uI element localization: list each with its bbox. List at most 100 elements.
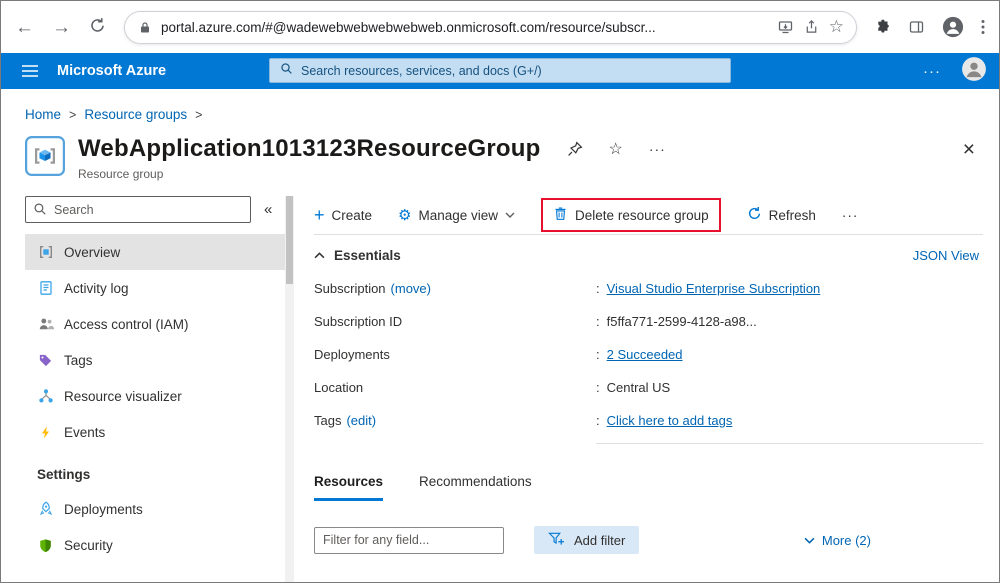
hamburger-menu-icon[interactable]	[13, 64, 47, 78]
create-label: Create	[332, 208, 373, 223]
sidebar-scrollbar[interactable]	[285, 196, 294, 582]
colon: :	[596, 347, 600, 362]
side-panel-icon[interactable]	[908, 19, 925, 35]
json-view-link[interactable]: JSON View	[913, 248, 979, 263]
sidebar: « Overview Activity log Access control (…	[1, 196, 285, 582]
sidebar-section-settings: Settings	[25, 450, 285, 491]
browser-menu-icon[interactable]	[981, 19, 985, 35]
sidebar-item-overview[interactable]: Overview	[25, 234, 285, 270]
browser-forward-icon[interactable]: →	[52, 18, 71, 37]
azure-portal-window: ← → portal.azure.com/#@wadewebwebwebwebw…	[0, 0, 1000, 583]
breadcrumb-home[interactable]: Home	[25, 107, 61, 122]
browser-profile-avatar[interactable]	[942, 16, 964, 38]
subscription-value-link[interactable]: Visual Studio Enterprise Subscription	[607, 281, 821, 296]
sidebar-item-tags[interactable]: Tags	[25, 342, 285, 378]
location-value: Central US	[607, 380, 671, 395]
sidebar-item-resource-visualizer[interactable]: Resource visualizer	[25, 378, 285, 414]
tab-resources[interactable]: Resources	[314, 474, 383, 501]
more-filters-link[interactable]: More (2)	[804, 533, 871, 548]
colon: :	[596, 281, 600, 296]
essentials-row-tags: Tags (edit) : Click here to add tags	[314, 404, 983, 437]
breadcrumb: Home > Resource groups >	[1, 89, 999, 122]
save-page-icon[interactable]	[777, 19, 794, 35]
essentials-divider	[596, 443, 983, 444]
breadcrumb-separator: >	[69, 108, 76, 122]
sidebar-item-label: Events	[64, 425, 105, 440]
chevron-up-icon[interactable]	[314, 252, 325, 259]
page-title: WebApplication1013123ResourceGroup	[78, 135, 541, 163]
command-bar-more-icon[interactable]: ···	[842, 208, 859, 223]
page-subtitle: Resource group	[78, 167, 963, 181]
sidebar-item-label: Activity log	[64, 281, 129, 296]
sidebar-item-access-control[interactable]: Access control (IAM)	[25, 306, 285, 342]
blade-body: « Overview Activity log Access control (…	[1, 196, 999, 582]
sidebar-item-label: Resource visualizer	[64, 389, 182, 404]
address-bar[interactable]: portal.azure.com/#@wadewebwebwebwebweb.o…	[124, 11, 857, 44]
favorite-star-icon[interactable]: ☆	[609, 139, 623, 159]
essentials-grid: Subscription (move) : Visual Studio Ente…	[314, 272, 983, 437]
essentials-title[interactable]: Essentials	[334, 248, 401, 263]
add-tags-link[interactable]: Click here to add tags	[607, 413, 733, 428]
sidebar-item-deployments[interactable]: Deployments	[25, 491, 285, 527]
azure-account-avatar[interactable]	[961, 56, 987, 87]
close-blade-icon[interactable]: ×	[963, 139, 975, 160]
azure-search-bar[interactable]	[269, 58, 731, 83]
location-label: Location	[314, 380, 363, 395]
browser-back-icon[interactable]: ←	[15, 18, 34, 37]
edit-tags-link[interactable]: (edit)	[346, 413, 376, 428]
sidebar-item-label: Access control (IAM)	[64, 317, 189, 332]
lock-icon[interactable]	[139, 21, 151, 34]
sidebar-item-label: Deployments	[64, 502, 143, 517]
breadcrumb-separator: >	[195, 108, 202, 122]
activity-log-icon	[37, 280, 54, 296]
tab-recommendations[interactable]: Recommendations	[419, 474, 532, 501]
share-icon[interactable]	[804, 19, 819, 35]
browser-chrome: ← → portal.azure.com/#@wadewebwebwebwebw…	[1, 1, 999, 53]
shield-icon	[37, 538, 54, 553]
colon: :	[596, 413, 600, 428]
essentials-row-deployments: Deployments : 2 Succeeded	[314, 338, 983, 371]
page-more-icon[interactable]: ···	[649, 141, 666, 157]
azure-search-input[interactable]	[301, 64, 720, 78]
url-text[interactable]: portal.azure.com/#@wadewebwebwebwebweb.o…	[161, 20, 767, 35]
essentials-row-location: Location : Central US	[314, 371, 983, 404]
manage-view-button[interactable]: ⚙ Manage view	[398, 208, 515, 223]
rocket-icon	[37, 501, 54, 517]
bookmark-star-icon[interactable]: ☆	[829, 17, 844, 37]
subscription-id-value: f5ffa771-2599-4128-a98...	[607, 314, 757, 329]
extensions-icon[interactable]	[875, 19, 891, 35]
sidebar-item-label: Tags	[64, 353, 93, 368]
more-filters-label: More (2)	[822, 533, 871, 548]
sidebar-search-icon	[33, 202, 47, 221]
sidebar-item-security[interactable]: Security	[25, 527, 285, 563]
delete-label: Delete resource group	[575, 208, 709, 223]
deployments-value-link[interactable]: 2 Succeeded	[607, 347, 683, 362]
breadcrumb-resource-groups[interactable]: Resource groups	[84, 107, 187, 122]
sidebar-item-events[interactable]: Events	[25, 414, 285, 450]
trash-icon	[553, 206, 568, 224]
delete-resource-group-button[interactable]: Delete resource group	[541, 198, 721, 232]
pin-icon[interactable]	[567, 141, 583, 157]
subscription-label: Subscription	[314, 281, 386, 296]
filter-input[interactable]	[314, 527, 504, 554]
tags-label: Tags	[314, 413, 341, 428]
refresh-button[interactable]: Refresh	[747, 206, 816, 224]
sidebar-item-activity-log[interactable]: Activity log	[25, 270, 285, 306]
sidebar-item-label: Overview	[64, 245, 120, 260]
sidebar-search-input[interactable]	[25, 196, 251, 223]
sidebar-collapse-button[interactable]: «	[264, 201, 272, 218]
scrollbar-thumb[interactable]	[286, 196, 293, 284]
refresh-label: Refresh	[769, 208, 816, 223]
browser-actions	[875, 16, 985, 38]
move-link[interactable]: (move)	[391, 281, 431, 296]
people-icon	[37, 316, 54, 332]
azure-more-icon[interactable]: ···	[923, 63, 941, 80]
azure-brand[interactable]: Microsoft Azure	[57, 63, 166, 79]
colon: :	[596, 314, 600, 329]
page-header: WebApplication1013123ResourceGroup ☆ ···…	[1, 122, 999, 181]
filter-bar: Add filter More (2)	[314, 526, 983, 554]
search-icon	[280, 62, 293, 80]
add-filter-button[interactable]: Add filter	[534, 526, 639, 554]
create-button[interactable]: + Create	[314, 206, 372, 224]
browser-refresh-icon[interactable]	[89, 17, 106, 38]
